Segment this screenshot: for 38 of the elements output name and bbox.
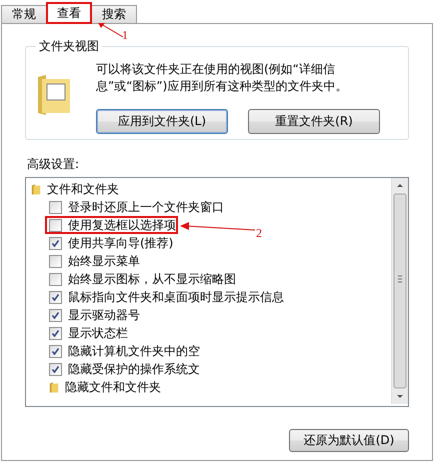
folder-label: 文件和文件夹	[47, 180, 119, 198]
folder-button[interactable]: 重置文件夹(R)	[248, 109, 380, 134]
checkbox[interactable]	[49, 344, 62, 358]
tab[interactable]: 常规	[1, 5, 47, 23]
option-label: 使用共享向导(推荐)	[68, 234, 174, 252]
folder-label: 隐藏文件和文件夹	[65, 378, 161, 396]
checkbox[interactable]	[49, 362, 62, 376]
section-label: 高级设置:	[27, 156, 80, 173]
option-label: 使用复选框以选择项	[68, 216, 176, 234]
description-text: 可以将该文件夹正在使用的视图(例如“详细信息”或“图标”)应用到所有这种类型的文件夹中。	[96, 61, 348, 95]
tab[interactable]: 搜索	[91, 5, 137, 23]
folder-button[interactable]: 应用到文件夹(L)	[96, 109, 228, 134]
option-label: 登录时还原上一个文件夹窗口	[68, 198, 224, 216]
tab[interactable]: 查看	[46, 2, 92, 24]
checkbox[interactable]	[49, 308, 62, 322]
folder-icon	[49, 380, 59, 394]
checkbox[interactable]	[49, 218, 62, 232]
annotation-number: 2	[256, 226, 262, 241]
scrollbar[interactable]	[391, 178, 408, 404]
option-label: 始终显示菜单	[68, 252, 140, 270]
checkbox[interactable]	[49, 254, 62, 268]
option-label: 显示驱动器号	[68, 306, 140, 324]
restore-defaults-button[interactable]: 还原为默认值(D)	[289, 429, 409, 452]
folder-view-icon	[36, 75, 72, 115]
checkbox[interactable]	[49, 200, 62, 214]
option-label: 显示状态栏	[68, 324, 128, 342]
option-label: 鼠标指向文件夹和桌面项时显示提示信息	[68, 288, 284, 306]
option-label: 隐藏受保护的操作系统文	[68, 360, 200, 378]
highlighted-option[interactable]: 使用复选框以选择项	[45, 216, 178, 234]
checkbox[interactable]	[49, 272, 62, 286]
annotation-number: 1	[122, 28, 128, 43]
checkbox[interactable]	[49, 236, 62, 250]
option-label: 隐藏计算机文件夹中的空	[68, 342, 200, 360]
folder-icon	[31, 182, 41, 196]
group-title: 文件夹视图	[38, 38, 100, 55]
checkbox[interactable]	[49, 290, 62, 304]
option-label: 始终显示图标，从不显示缩略图	[68, 270, 236, 288]
checkbox[interactable]	[49, 326, 62, 340]
